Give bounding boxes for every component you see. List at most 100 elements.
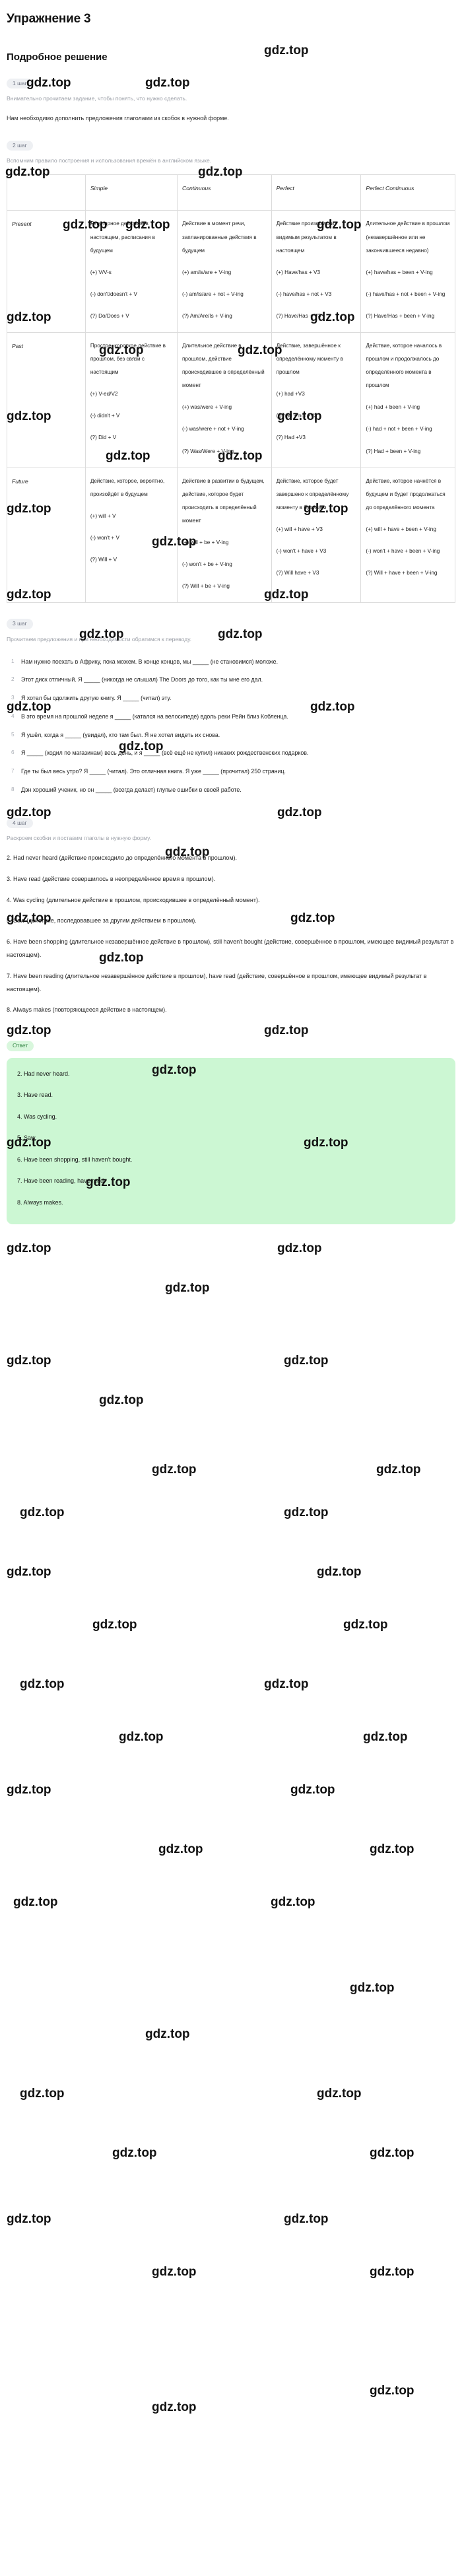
step-4-description: Раскроем скобки и поставим глаголы в нуж… xyxy=(7,835,151,842)
question-list: Нам нужно поехать в Африку, пока можем. … xyxy=(7,656,455,797)
table-cell-line: (-) had + not +V3 xyxy=(276,413,317,419)
cell-spacer xyxy=(366,536,450,545)
table-cell-line: (?) Have/Has + been + V-ing xyxy=(366,312,435,319)
watermark: gdz.top xyxy=(165,1281,210,1295)
table-cell-line: Длительное действие в прошлом (незавершё… xyxy=(366,221,450,254)
watermark: gdz.top xyxy=(145,2027,190,2041)
watermark: gdz.top xyxy=(13,1895,58,1909)
table-cell: Действие в развитии в будущем, действие,… xyxy=(177,467,272,604)
table-cell-line: (?) Have/Has + V3 xyxy=(276,312,321,319)
table-cell-line: (-) didn't + V xyxy=(90,413,120,419)
watermark: gdz.top xyxy=(112,2146,157,2160)
step-1-description: Внимательно прочитаем задание, чтобы пон… xyxy=(7,95,187,102)
table-cell-line: Действие произошло и видимым результатом… xyxy=(276,221,337,254)
table-cell-line: (?) Am/Are/Is + V-ing xyxy=(182,312,232,319)
question-item: Где ты был весь утро? Я _____ (читал). Э… xyxy=(11,765,286,777)
table-cell-line: (-) won't + be + V-ing xyxy=(182,561,232,568)
table-cell-line: Действие в развитии в будущем, действие,… xyxy=(182,477,265,524)
table-cell-line: (-) had + not + been + V-ing xyxy=(366,426,432,433)
explanation-item: 5. Saw (действие, последовавшее за други… xyxy=(7,917,197,924)
cell-spacer xyxy=(90,523,172,532)
watermark: gdz.top xyxy=(370,2265,414,2279)
table-cell-line: (+) had + been + V-ing xyxy=(366,404,420,411)
cell-spacer xyxy=(182,549,267,558)
watermark: gdz.top xyxy=(7,1354,51,1368)
watermark: gdz.top xyxy=(277,1241,322,1255)
table-cell-line: Действие, которое начнётся в будущем и б… xyxy=(366,477,446,510)
cell-spacer xyxy=(366,392,450,401)
cell-spacer xyxy=(90,545,172,553)
question-item: Я хотел бы одолжить другую книгу. Я ____… xyxy=(11,692,172,704)
cell-spacer xyxy=(366,414,450,423)
table-cell-line: (+) will + have + V3 xyxy=(276,526,323,532)
table-header-corner xyxy=(7,174,86,211)
cell-spacer xyxy=(366,301,450,310)
answer-item: 6. Have been shopping, still haven't bou… xyxy=(17,1156,133,1163)
cell-spacer xyxy=(277,279,356,288)
table-cell: Действие, завершённое к определённому мо… xyxy=(271,331,362,468)
table-cell-line: (-) won't + V xyxy=(90,534,119,541)
table-cell-line: (+) will + have + been + V-ing xyxy=(366,526,436,532)
table-cell-line: (-) won't + have + V3 xyxy=(276,548,327,554)
table-cell: Действие произошло и видимым результатом… xyxy=(271,210,362,333)
step-3-description: Прочитаем предложения и при необходимост… xyxy=(7,635,192,643)
question-item: Я _____ (ходил по магазинам) весь день, … xyxy=(11,747,309,759)
step-2-description: Вспомним правило построения и использова… xyxy=(7,157,212,164)
watermark: gdz.top xyxy=(363,1730,408,1744)
cell-spacer xyxy=(182,279,267,288)
watermark: gdz.top xyxy=(370,2384,414,2398)
table-cell: Длительное действие в прошлом, действие … xyxy=(177,331,272,468)
watermark: gdz.top xyxy=(376,1463,421,1477)
watermark: gdz.top xyxy=(7,1783,51,1797)
watermark: gdz.top xyxy=(370,1842,414,1856)
table-header-simple: Simple xyxy=(84,174,178,211)
step-badge-3: 3 шаг xyxy=(7,619,33,629)
table-cell-line: (?) Do/Does + V xyxy=(90,312,129,319)
solution-page: Упражнение 3 Подробное решение 1 шаг Вни… xyxy=(0,0,462,1224)
cell-spacer xyxy=(366,436,450,445)
page-title: Упражнение 3 xyxy=(7,12,91,26)
table-cell-line: Длительное действие в прошлом, действие … xyxy=(182,342,265,389)
answer-item: 8. Always makes. xyxy=(17,1199,63,1206)
table-cell-line: (+) V-ed/V2 xyxy=(90,391,118,398)
watermark: gdz.top xyxy=(284,2212,329,2226)
cell-spacer xyxy=(90,501,172,510)
question-item: Я ушёл, когда я _____ (увидел), кто там … xyxy=(11,729,220,741)
tenses-table: Simple Continuous Perfect Perfect Contin… xyxy=(7,174,455,604)
table-cell-line: Действие в момент речи, запланированные … xyxy=(182,221,257,254)
cell-spacer xyxy=(277,536,356,545)
cell-spacer xyxy=(182,301,267,310)
watermark: gdz.top xyxy=(370,2146,414,2160)
table-cell-line: (?) Had +V3 xyxy=(276,435,306,441)
answer-item: 3. Have read. xyxy=(17,1092,53,1099)
table-cell: Простое, короткое действие в прошлом, бе… xyxy=(84,331,178,468)
watermark: gdz.top xyxy=(152,2400,197,2414)
watermark: gdz.top xyxy=(92,1618,137,1632)
table-cell-line: (-) am/is/are + not + V-ing xyxy=(182,291,244,297)
watermark: gdz.top xyxy=(7,1565,51,1579)
cell-spacer xyxy=(182,258,267,266)
answer-box: 2. Had never heard. 3. Have read. 4. Was c… xyxy=(7,1057,455,1224)
table-cell-line: (+) Have/has + V3 xyxy=(276,269,321,275)
cell-spacer xyxy=(366,279,450,288)
table-header-continuous: Continuous xyxy=(177,174,272,211)
watermark: gdz.top xyxy=(158,1842,203,1856)
cell-spacer xyxy=(90,423,172,431)
question-item: В это время на прошлой неделе я _____ (к… xyxy=(11,711,288,722)
step-badge-2: 2 шаг xyxy=(7,141,33,151)
table-row-label: Past xyxy=(7,331,86,468)
watermark: gdz.top xyxy=(317,1565,362,1579)
table-cell-line: (+) will + be + V-ing xyxy=(182,540,229,545)
table-cell-line: (+) am/is/are + V-ing xyxy=(182,269,232,275)
cell-spacer xyxy=(277,558,356,567)
table-cell-line: (+) had +V3 xyxy=(276,391,305,398)
cell-spacer xyxy=(90,401,172,409)
table-cell: Действие в момент речи, запланированные … xyxy=(177,210,272,333)
watermark: gdz.top xyxy=(7,1241,51,1255)
cell-spacer xyxy=(277,423,356,431)
watermark: gdz.top xyxy=(343,1618,388,1632)
table-cell-line: Действие, которое будет завершено к опре… xyxy=(276,477,349,510)
table-cell-line: (+) V/V-s xyxy=(90,269,112,275)
table-cell-line: Действие, которое началось в прошлом и п… xyxy=(366,342,442,389)
table-row-label: Present xyxy=(7,210,86,333)
